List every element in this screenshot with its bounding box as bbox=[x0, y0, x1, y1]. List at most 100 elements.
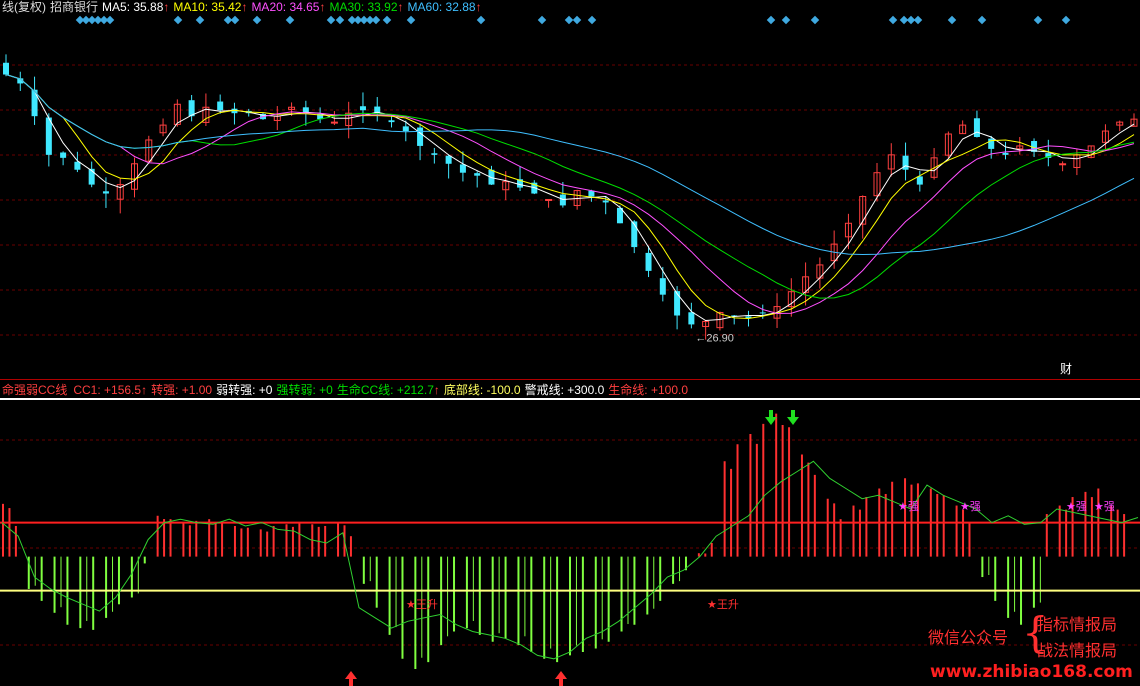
arrow-head bbox=[345, 671, 357, 679]
low-price-label: ←26.90 bbox=[695, 332, 734, 344]
signal-diamond bbox=[781, 15, 791, 25]
candle-body bbox=[602, 200, 609, 203]
indicator-legend-item-5: 底部线: -100.0 bbox=[443, 383, 521, 397]
arrow-head bbox=[787, 417, 799, 425]
ma-legend-arrow-icon: ↑ bbox=[319, 0, 326, 14]
indicator-legend-item-3: 强转弱: +0 bbox=[276, 383, 333, 397]
signal-diamond bbox=[406, 15, 416, 25]
signal-diamond bbox=[564, 15, 574, 25]
ma-legend: MA5: 35.88↑ MA10: 35.42↑ MA20: 34.65↑ MA30:… bbox=[102, 0, 486, 14]
strong-label: ★强 bbox=[898, 500, 919, 513]
ma-legend-item-0: MA5: 35.88↑ bbox=[102, 0, 170, 14]
signal-markers bbox=[75, 15, 1071, 25]
signal-diamond bbox=[476, 15, 486, 25]
arrow-head bbox=[555, 671, 567, 679]
indicator-legend-item-7: 生命线: +100.0 bbox=[608, 383, 689, 397]
arrow-shaft bbox=[349, 678, 353, 686]
signal-diamond bbox=[1033, 15, 1043, 25]
indicator-header: 命强弱CC线 CC1: +156.5↑ 转强: +1.00 弱转强: +0 强转弱: +… bbox=[2, 383, 696, 397]
signal-diamond bbox=[537, 15, 547, 25]
ma-legend-item-1: MA10: 35.42↑ bbox=[173, 0, 248, 14]
signal-diamond bbox=[810, 15, 820, 25]
strong-label: ★强 bbox=[1066, 500, 1087, 513]
candle-body bbox=[674, 291, 681, 316]
candle-body bbox=[1002, 152, 1009, 155]
candlesticks bbox=[3, 54, 1138, 340]
candle-body bbox=[3, 62, 9, 75]
signal-diamond bbox=[230, 15, 240, 25]
candle-body bbox=[402, 126, 409, 132]
indicator-legend-item-4: 生命CC线: +212.7↑ bbox=[336, 383, 440, 397]
candle-body bbox=[431, 153, 438, 155]
signal-diamond bbox=[572, 15, 582, 25]
ma-legend-arrow-icon: ↑ bbox=[163, 0, 170, 14]
ma-legend-item-2: MA20: 34.65↑ bbox=[251, 0, 326, 14]
arrow-shaft bbox=[791, 410, 795, 418]
ma-legend-item-3: MA30: 33.92↑ bbox=[329, 0, 404, 14]
wang-sheng-label: ★王升 bbox=[707, 598, 739, 611]
candle-body bbox=[417, 127, 424, 146]
candle-body bbox=[916, 176, 923, 185]
ma-legend-arrow-icon: ↑ bbox=[475, 0, 482, 14]
indicator-legend-item-2: 弱转强: +0 bbox=[216, 383, 273, 397]
up-arrow-icon bbox=[555, 671, 567, 686]
signal-diamond bbox=[587, 15, 597, 25]
candle-body bbox=[217, 101, 224, 111]
candle-body bbox=[359, 106, 366, 111]
signal-diamond bbox=[195, 15, 205, 25]
signal-diamond bbox=[335, 15, 345, 25]
up-arrow-icon bbox=[345, 671, 357, 686]
ma-legend-item-4: MA60: 32.88↑ bbox=[407, 0, 482, 14]
indicator-legend-item-6: 警戒线: +300.0 bbox=[524, 383, 605, 397]
signal-diamond bbox=[285, 15, 295, 25]
signal-diamond bbox=[1061, 15, 1071, 25]
watermark-wechat: 微信公众号 bbox=[928, 628, 1009, 647]
candle-body bbox=[388, 120, 395, 123]
indicator-legend-item-0: CC1: +156.5↑ bbox=[73, 383, 148, 397]
arrow-shaft bbox=[769, 410, 773, 418]
candle-body bbox=[545, 198, 553, 201]
candle-body bbox=[973, 118, 980, 137]
signal-diamond bbox=[252, 15, 262, 25]
candle-body bbox=[445, 155, 452, 164]
watermark-url: www.zhibiao168.com bbox=[930, 662, 1133, 682]
ma60-line bbox=[5, 74, 1135, 256]
ma5-line bbox=[5, 74, 1135, 322]
watermark-line1: 指标情报局 bbox=[1037, 615, 1118, 634]
arrow-shaft bbox=[559, 678, 563, 686]
candle-body bbox=[74, 161, 81, 170]
candle-body bbox=[588, 190, 595, 197]
indicator-legend-arrow-icon: ↑ bbox=[433, 383, 440, 397]
signal-diamond bbox=[371, 15, 381, 25]
signal-diamond bbox=[947, 15, 957, 25]
signal-diamond bbox=[977, 15, 987, 25]
candle-body bbox=[659, 278, 666, 295]
strong-label: ★强 bbox=[1094, 500, 1115, 513]
strong-label: ★强 bbox=[960, 500, 981, 513]
candle-body bbox=[759, 312, 766, 314]
candle-body bbox=[45, 117, 52, 155]
candle-body bbox=[330, 121, 338, 124]
down-arrow-icon bbox=[787, 410, 799, 425]
candle-body bbox=[688, 312, 695, 325]
signal-diamond bbox=[913, 15, 923, 25]
signal-diamond bbox=[105, 15, 115, 25]
signal-diamond bbox=[382, 15, 392, 25]
candle-body bbox=[631, 221, 638, 248]
finance-badge: 财 bbox=[1060, 362, 1072, 376]
chart-mode-label: 线(复权) bbox=[2, 0, 46, 14]
watermark-line2: 战法情报局 bbox=[1037, 641, 1118, 660]
ma10-line bbox=[5, 74, 1135, 320]
signal-diamond bbox=[766, 15, 776, 25]
signal-diamond bbox=[173, 15, 183, 25]
main-chart-header: 线(复权) 招商银行 MA5: 35.88↑ MA10: 35.42↑ MA20: 34… bbox=[2, 0, 490, 14]
candle-body bbox=[60, 152, 67, 158]
candle-body bbox=[645, 252, 652, 271]
candle-body bbox=[102, 191, 109, 194]
ma-legend-arrow-icon: ↑ bbox=[241, 0, 248, 14]
stock-name: 招商银行 bbox=[50, 0, 99, 14]
signal-diamond bbox=[888, 15, 898, 25]
stock-chart[interactable]: ←26.90 财 ★王升 ★王升 ★强 ★强 ★强 ★强 bbox=[0, 0, 1140, 686]
indicator-legend-arrow-icon: ↑ bbox=[141, 383, 148, 397]
ma-legend-arrow-icon: ↑ bbox=[397, 0, 404, 14]
